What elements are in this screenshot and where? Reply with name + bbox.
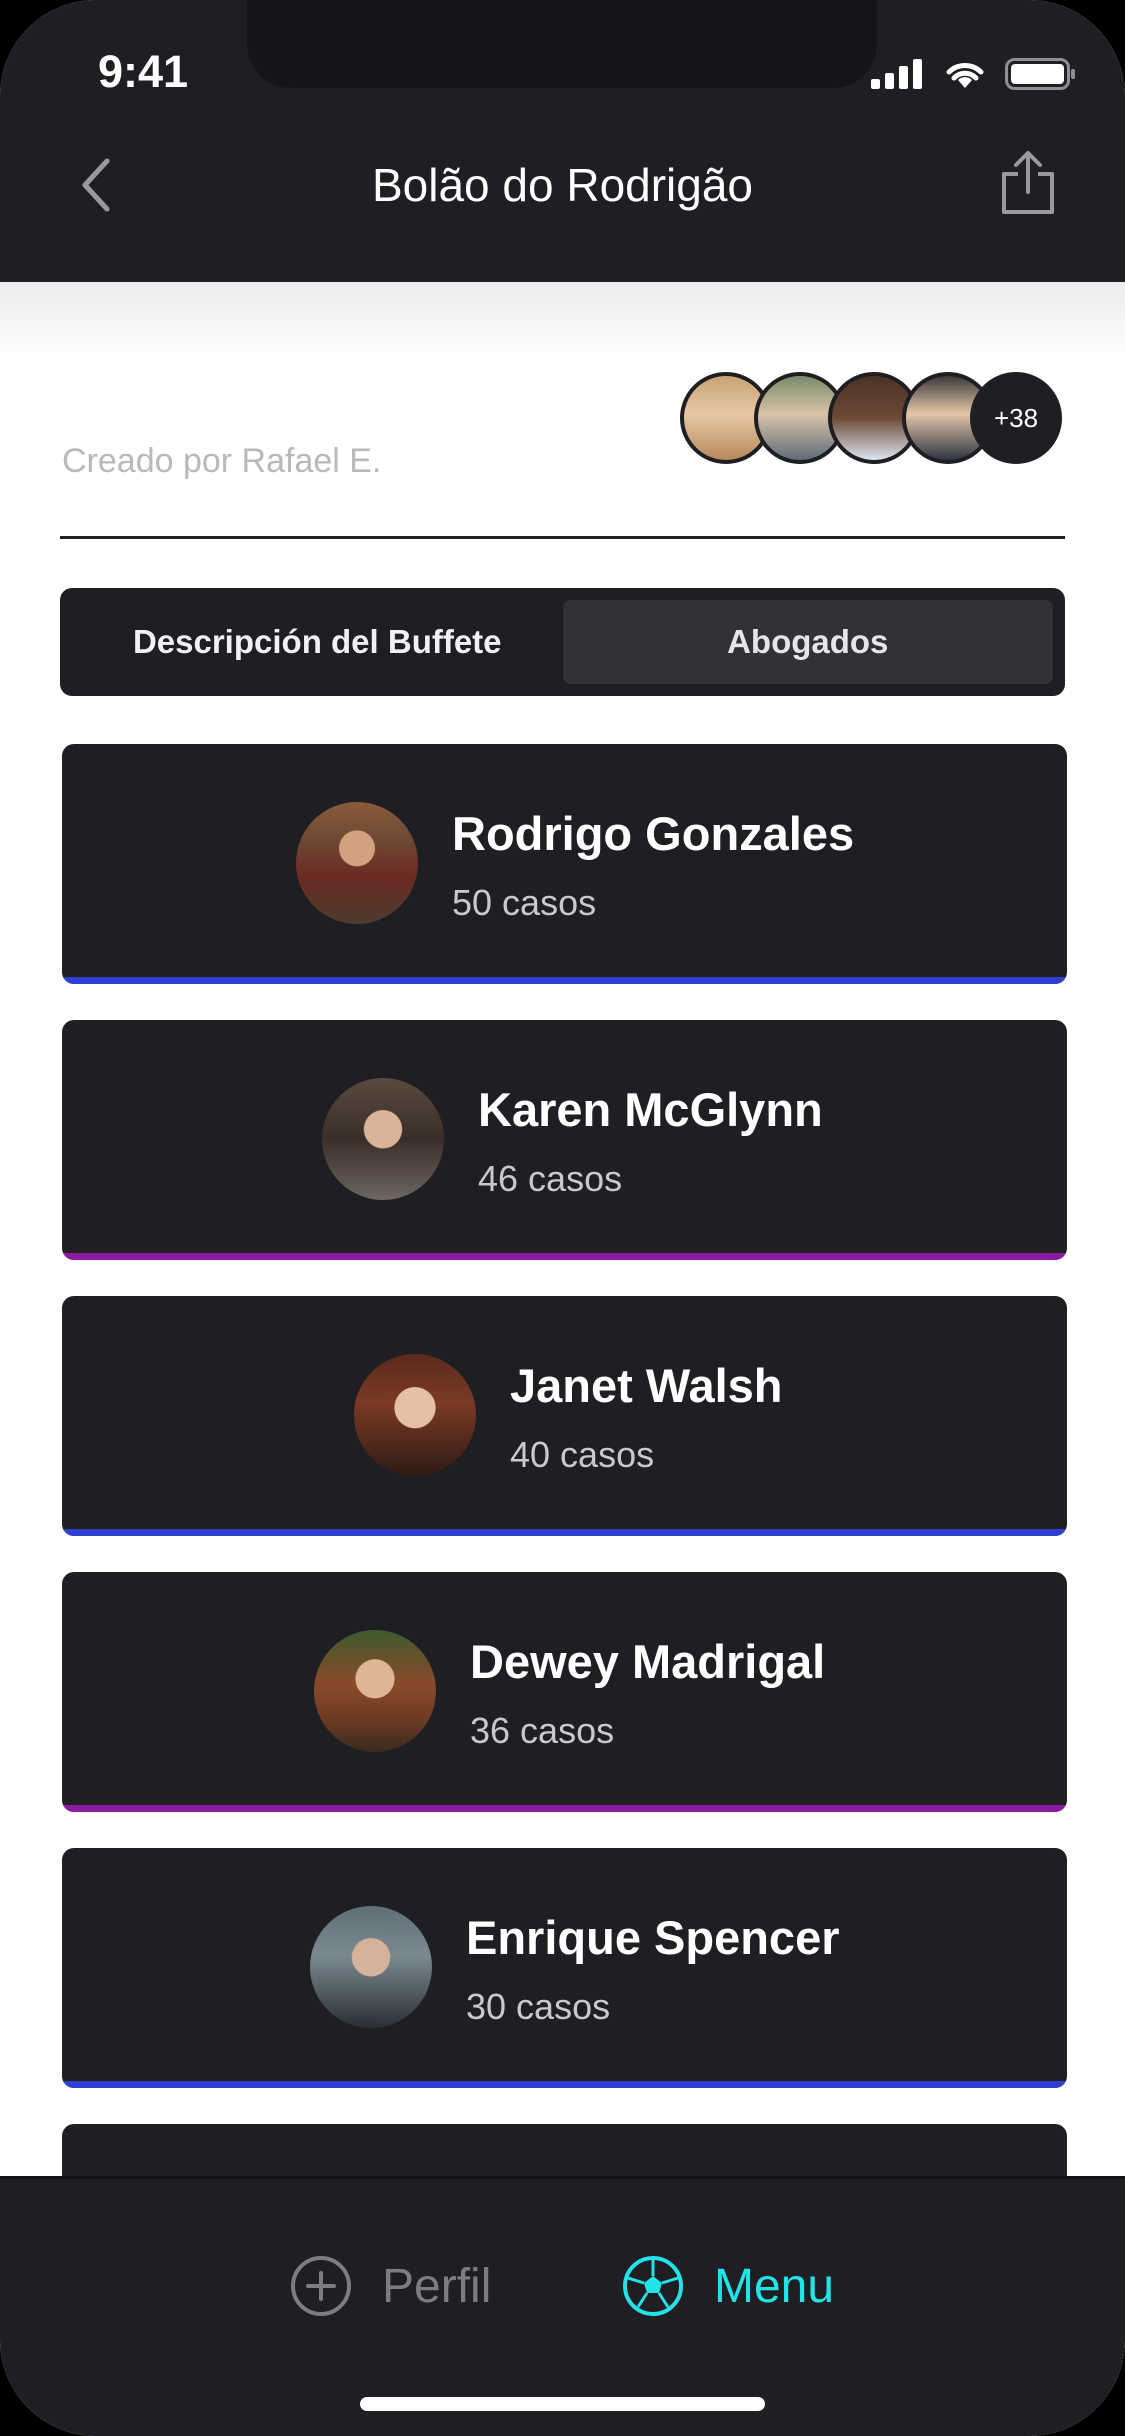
page-title: Bolão do Rodrigão [371, 159, 754, 211]
bottom-tab-bar: Perfil Menu [0, 2176, 1125, 2436]
tab-menu[interactable]: Menu [622, 2255, 834, 2317]
battery-icon [1005, 58, 1075, 90]
navigation-header: 9:41 Bolão do Rodrigão [0, 0, 1125, 282]
soccer-ball-icon [623, 2256, 683, 2316]
lawyer-avatar [314, 1630, 436, 1752]
lawyer-avatar [354, 1354, 476, 1476]
wifi-icon [946, 63, 984, 88]
lawyer-name: Enrique Spencer [466, 1911, 840, 1964]
lawyer-card[interactable]: Karen McGlynn 46 casos [62, 1020, 1067, 1260]
lawyer-name: Dewey Madrigal [470, 1635, 826, 1688]
lawyer-cases: 30 casos [466, 1986, 611, 2027]
add-circle-icon [291, 2256, 351, 2316]
status-time: 9:41 [98, 46, 189, 97]
lawyer-card[interactable]: Janet Walsh 40 casos [62, 1296, 1067, 1536]
card-accent-bar [62, 2081, 1067, 2088]
share-icon [1002, 151, 1054, 214]
home-indicator [360, 2397, 765, 2411]
member-avatars[interactable]: +38 [680, 372, 1066, 468]
lawyer-name: Janet Walsh [510, 1359, 783, 1412]
tab-perfil-label: Perfil [382, 2259, 492, 2313]
tab-descripcion[interactable]: Descripción del Buffete [72, 600, 563, 684]
lawyer-avatar [322, 1078, 444, 1200]
lawyer-name: Karen McGlynn [478, 1083, 823, 1136]
app-screen: 9:41 Bolão do Rodrigão Creado por Rafael… [0, 0, 1125, 2436]
lawyer-name: Rodrigo Gonzales [452, 807, 855, 860]
card-accent-bar [62, 1253, 1067, 1260]
status-icons [871, 58, 1077, 90]
header-shadow [0, 282, 1125, 362]
lawyer-card[interactable]: Rodrigo Gonzales 50 casos [62, 744, 1067, 984]
lawyer-avatar [296, 802, 418, 924]
card-accent-bar [62, 1805, 1067, 1812]
tab-perfil[interactable]: Perfil [290, 2255, 491, 2317]
member-count-badge: +38 [970, 372, 1062, 464]
lawyer-cases: 50 casos [452, 882, 597, 923]
section-divider [60, 536, 1065, 539]
cellular-signal-icon [871, 59, 922, 89]
creator-label: Creado por Rafael E. [62, 442, 382, 480]
tab-menu-label: Menu [714, 2259, 835, 2313]
lawyer-avatar [310, 1906, 432, 2028]
device-notch [247, 0, 877, 88]
tab-abogados[interactable]: Abogados [562, 600, 1053, 684]
share-button[interactable] [996, 148, 1060, 218]
segmented-control: Descripción del Buffete Abogados [60, 588, 1065, 696]
card-accent-bar [62, 977, 1067, 984]
lawyer-cases: 40 casos [510, 1434, 655, 1475]
lawyer-card[interactable]: Enrique Spencer 30 casos [62, 1848, 1067, 2088]
card-accent-bar [62, 1529, 1067, 1536]
lawyer-cases: 46 casos [478, 1158, 623, 1199]
lawyer-card[interactable]: Dewey Madrigal 36 casos [62, 1572, 1067, 1812]
lawyer-cases: 36 casos [470, 1710, 615, 1751]
